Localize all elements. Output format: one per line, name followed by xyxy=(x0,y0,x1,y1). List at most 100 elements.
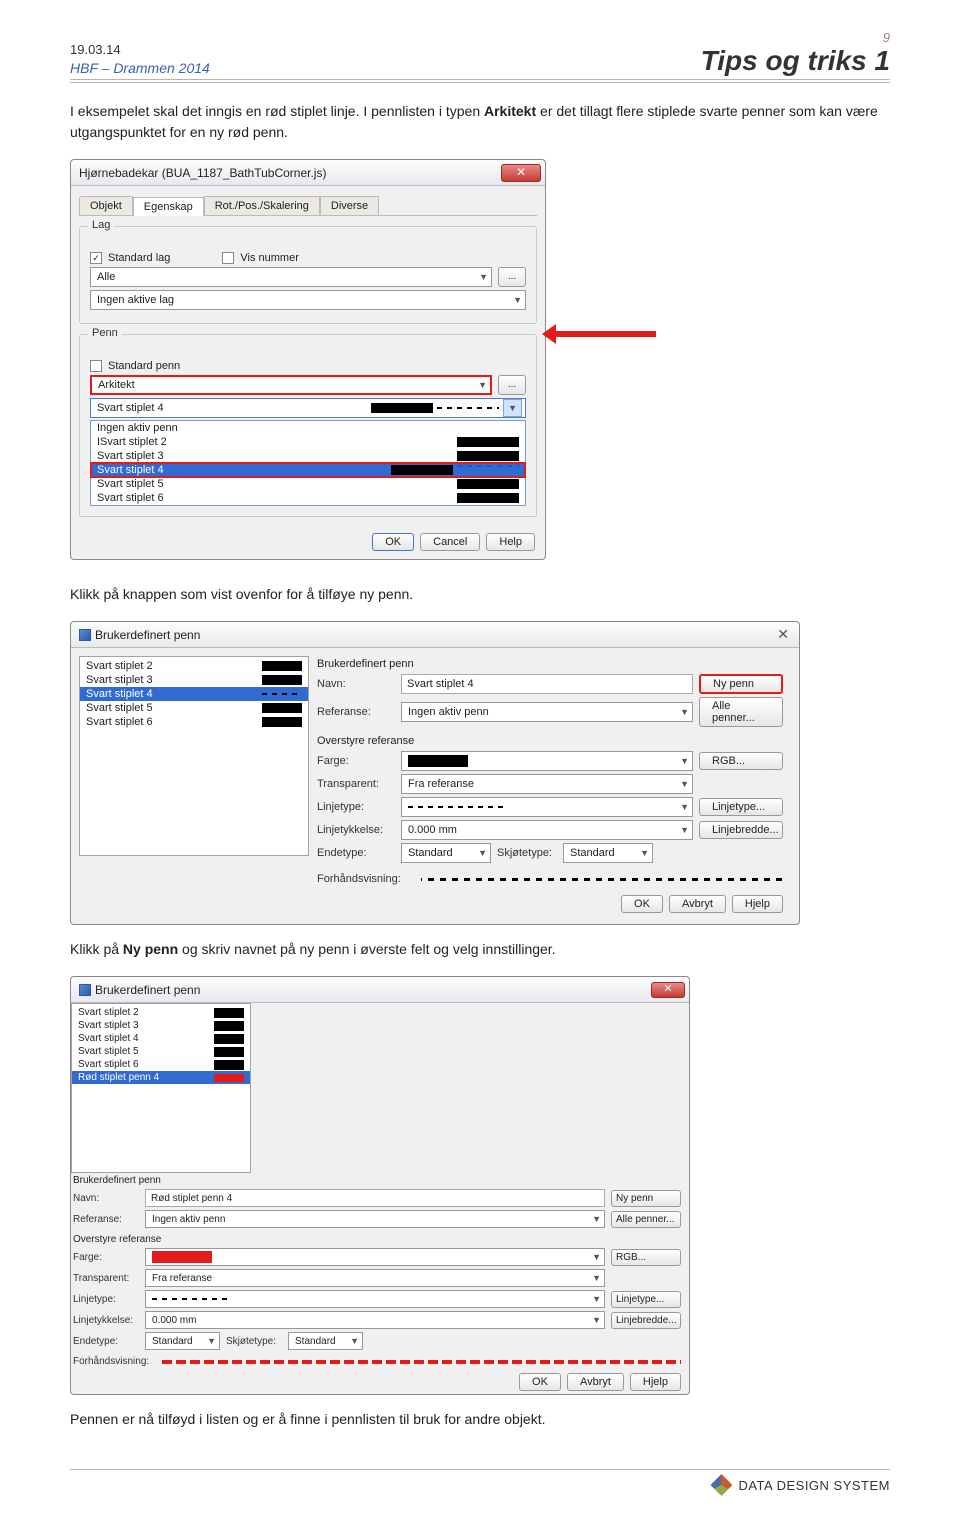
linjetype-button[interactable]: Linjetype... xyxy=(611,1291,681,1308)
swatch-dashed xyxy=(152,1298,232,1300)
list-item: Svart stiplet 5 xyxy=(80,701,308,715)
penn-listbox-3[interactable]: Svart stiplet 2 Svart stiplet 3 Svart st… xyxy=(71,1003,251,1173)
swatch-dashed xyxy=(262,693,302,695)
ok-button[interactable]: OK xyxy=(621,895,663,913)
para3-c: og skriv navnet på ny penn i øverste fel… xyxy=(178,941,555,957)
skjotetype-combo[interactable]: Standard▼ xyxy=(563,843,653,863)
para3-a: Klikk på xyxy=(70,941,123,957)
farge-combo[interactable]: ▼ xyxy=(145,1248,605,1266)
label-navn: Navn: xyxy=(73,1193,139,1204)
rgb-button[interactable]: RGB... xyxy=(699,752,783,770)
chevron-down-icon: ▼ xyxy=(680,825,689,835)
penn-listbox[interactable]: Svart stiplet 2 Svart stiplet 3 Svart st… xyxy=(79,656,309,856)
alle-penner-button[interactable]: Alle penner... xyxy=(699,697,783,727)
combo-alle[interactable]: Alle ▼ xyxy=(90,267,492,287)
page-footer: DATA DESIGN SYSTEM xyxy=(70,1469,890,1496)
transparent-combo[interactable]: Fra referanse▼ xyxy=(401,774,693,794)
referanse-combo[interactable]: Ingen aktiv penn▼ xyxy=(401,702,693,722)
list-item: Svart stiplet 3 xyxy=(72,1019,250,1032)
swatch-dashed xyxy=(437,407,499,409)
referanse-combo[interactable]: Ingen aktiv penn▼ xyxy=(145,1210,605,1228)
checkbox-standard-lag[interactable]: ✓ xyxy=(90,252,102,264)
linjetykkelse-combo[interactable]: 0.000 mm▼ xyxy=(145,1311,605,1329)
checkbox-standard-penn[interactable] xyxy=(90,360,102,372)
close-icon[interactable]: ✕ xyxy=(771,626,795,643)
checkbox-vis-nummer[interactable] xyxy=(222,252,234,264)
linjetykkelse-combo[interactable]: 0.000 mm▼ xyxy=(401,820,693,840)
chevron-down-icon: ▼ xyxy=(207,1336,216,1346)
swatch-solid xyxy=(262,675,302,685)
dialog3-titlebar[interactable]: Brukerdefinert penn ✕ xyxy=(71,977,689,1003)
avbryt-button[interactable]: Avbryt xyxy=(567,1373,624,1391)
label-endetype: Endetype: xyxy=(317,847,395,859)
para1-bold: Arkitekt xyxy=(484,103,536,119)
linjebredde-button[interactable]: Linjebredde... xyxy=(611,1312,681,1329)
combo-current-value: Svart stiplet 4 xyxy=(97,402,164,414)
app-icon xyxy=(79,984,91,996)
label-referanse: Referanse: xyxy=(317,706,395,718)
endetype-combo[interactable]: Standard▼ xyxy=(145,1332,220,1350)
combo-arkitekt[interactable]: Arkitekt ▼ xyxy=(90,375,492,395)
linjetype-button[interactable]: Linjetype... xyxy=(699,798,783,816)
transparent-combo[interactable]: Fra referanse▼ xyxy=(145,1269,605,1287)
navn-input[interactable]: Svart stiplet 4 xyxy=(401,674,693,694)
ok-button[interactable]: OK xyxy=(519,1373,561,1391)
endetype-combo[interactable]: Standard▼ xyxy=(401,843,491,863)
group-overstyre: Overstyre referanse xyxy=(73,1234,681,1245)
company-logo-icon xyxy=(710,1474,732,1496)
page-number: 9 xyxy=(701,30,890,45)
linjetype-combo[interactable]: ▼ xyxy=(401,797,693,817)
close-icon[interactable]: ✕ xyxy=(501,164,541,182)
dialog1-wrap: Hjørnebadekar (BUA_1187_BathTubCorner.js… xyxy=(70,159,546,574)
close-icon[interactable]: ✕ xyxy=(651,982,685,998)
rgb-button[interactable]: RGB... xyxy=(611,1249,681,1266)
ny-penn-button[interactable]: Ny penn xyxy=(699,674,783,694)
label-farge: Farge: xyxy=(317,755,395,767)
header-rule xyxy=(70,82,890,83)
hjelp-button[interactable]: Hjelp xyxy=(630,1373,681,1391)
legend-lag: Lag xyxy=(88,219,114,231)
help-button[interactable]: Help xyxy=(486,533,535,551)
arrow-annotation xyxy=(546,331,656,337)
tab-egenskap[interactable]: Egenskap xyxy=(133,197,204,216)
swatch-solid xyxy=(262,703,302,713)
company-name: DATA DESIGN SYSTEM xyxy=(738,1478,890,1493)
list-item: Svart stiplet 6 xyxy=(72,1058,250,1071)
tab-objekt[interactable]: Objekt xyxy=(79,196,133,215)
dialog1-footer: OK Cancel Help xyxy=(71,525,545,559)
chevron-down-icon: ▼ xyxy=(592,1315,601,1325)
chevron-down-icon: ▼ xyxy=(592,1252,601,1262)
label-referanse: Referanse: xyxy=(73,1214,139,1225)
alle-penner-button[interactable]: Alle penner... xyxy=(611,1211,681,1228)
dialog1-titlebar[interactable]: Hjørnebadekar (BUA_1187_BathTubCorner.js… xyxy=(71,160,545,186)
swatch-solid xyxy=(457,479,519,489)
combo-ingen-lag[interactable]: Ingen aktive lag ▼ xyxy=(90,290,526,310)
avbryt-button[interactable]: Avbryt xyxy=(669,895,726,913)
color-swatch-black xyxy=(408,755,468,767)
ny-penn-button[interactable]: Ny penn xyxy=(611,1190,681,1207)
label-linjetype: Linjetype: xyxy=(73,1294,139,1305)
label-linjetype: Linjetype: xyxy=(317,801,395,813)
combo-current-penn[interactable]: Svart stiplet 4 ▼ xyxy=(90,398,526,418)
dialog2-titlebar[interactable]: Brukerdefinert penn ✕ xyxy=(71,622,799,648)
penn-dropdown-list[interactable]: Ingen aktiv penn ISvart stiplet 2 Svart … xyxy=(90,420,526,506)
navn-input[interactable]: Rød stiplet penn 4 xyxy=(145,1189,605,1207)
lag-more-button[interactable]: ... xyxy=(498,267,526,287)
list-item: ISvart stiplet 2 xyxy=(91,435,525,449)
linjebredde-button[interactable]: Linjebredde... xyxy=(699,821,783,839)
linjetype-combo[interactable]: ▼ xyxy=(145,1290,605,1308)
hjelp-button[interactable]: Hjelp xyxy=(732,895,783,913)
dialog-hjornebadekar: Hjørnebadekar (BUA_1187_BathTubCorner.js… xyxy=(70,159,546,560)
swatch-solid xyxy=(214,1034,244,1044)
tab-diverse[interactable]: Diverse xyxy=(320,196,379,215)
preview-line xyxy=(421,874,783,884)
header-date: 19.03.14 xyxy=(70,42,210,59)
swatch-solid xyxy=(214,1060,244,1070)
farge-combo[interactable]: ▼ xyxy=(401,751,693,771)
chevron-down-icon: ▼ xyxy=(478,848,487,858)
ok-button[interactable]: OK xyxy=(372,533,414,551)
cancel-button[interactable]: Cancel xyxy=(420,533,480,551)
penn-more-button[interactable]: ... xyxy=(498,375,526,395)
skjotetype-combo[interactable]: Standard▼ xyxy=(288,1332,363,1350)
tab-rotpos[interactable]: Rot./Pos./Skalering xyxy=(204,196,320,215)
